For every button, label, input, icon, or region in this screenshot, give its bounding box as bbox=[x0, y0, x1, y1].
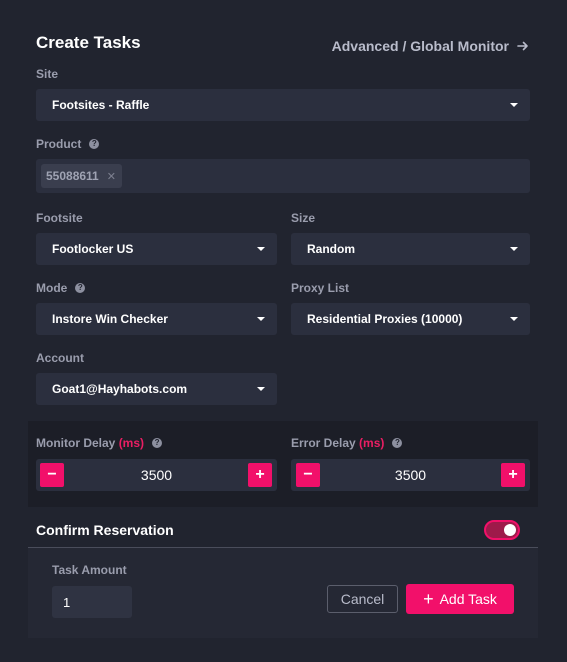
help-circle-icon[interactable]: ? bbox=[152, 438, 163, 448]
proxy-list-select[interactable]: Residential Proxies (10000) bbox=[291, 303, 530, 335]
close-icon[interactable]: ✕ bbox=[107, 170, 116, 183]
create-tasks-panel: Create Tasks Advanced / Global Monitor S… bbox=[0, 0, 567, 662]
caret-down-icon bbox=[510, 247, 518, 251]
help-circle-icon[interactable]: ? bbox=[89, 139, 100, 149]
caret-down-icon bbox=[257, 387, 265, 391]
footsite-label: Footsite bbox=[36, 211, 83, 225]
monitor-delay-stepper: − 3500 + bbox=[36, 459, 277, 491]
task-amount-input[interactable]: 1 bbox=[52, 586, 132, 618]
toggle-knob bbox=[504, 524, 516, 536]
confirm-reservation-label: Confirm Reservation bbox=[36, 522, 174, 538]
monitor-delay-input[interactable]: 3500 bbox=[66, 459, 247, 491]
confirm-reservation-toggle[interactable] bbox=[484, 520, 520, 540]
mode-label: Mode ? bbox=[36, 281, 86, 295]
advanced-global-monitor-link[interactable]: Advanced / Global Monitor bbox=[332, 38, 529, 54]
minus-icon[interactable]: − bbox=[40, 463, 64, 487]
plus-icon[interactable]: + bbox=[501, 463, 525, 487]
mode-select-value: Instore Win Checker bbox=[52, 312, 168, 326]
page-title: Create Tasks bbox=[36, 33, 141, 52]
add-task-button[interactable]: + Add Task bbox=[406, 584, 514, 614]
site-label: Site bbox=[36, 67, 59, 81]
site-select[interactable]: Footsites - Raffle bbox=[36, 89, 530, 121]
proxy-list-select-value: Residential Proxies (10000) bbox=[307, 312, 463, 326]
site-select-value: Footsites - Raffle bbox=[52, 98, 150, 112]
product-tag-label: 55088611 bbox=[46, 169, 99, 183]
plus-icon: + bbox=[423, 589, 434, 609]
size-label: Size bbox=[291, 211, 316, 225]
caret-down-icon bbox=[510, 317, 518, 321]
help-circle-icon[interactable]: ? bbox=[392, 438, 403, 448]
product-multiselect[interactable]: 55088611 ✕ bbox=[36, 159, 530, 193]
arrow-right-icon bbox=[517, 41, 528, 51]
size-select-value: Random bbox=[307, 242, 355, 256]
proxy-list-label: Proxy List bbox=[291, 281, 350, 295]
error-delay-input[interactable]: 3500 bbox=[321, 459, 500, 491]
confirm-reservation-row: Confirm Reservation bbox=[36, 520, 520, 540]
minus-icon[interactable]: − bbox=[296, 463, 320, 487]
cancel-button[interactable]: Cancel bbox=[327, 585, 398, 613]
error-delay-stepper: − 3500 + bbox=[291, 459, 530, 491]
product-tag: 55088611 ✕ bbox=[41, 164, 122, 188]
caret-down-icon bbox=[510, 103, 518, 107]
product-label: Product ? bbox=[36, 137, 100, 151]
monitor-delay-label: Monitor Delay (ms) ? bbox=[36, 436, 163, 450]
size-select[interactable]: Random bbox=[291, 233, 530, 265]
footsite-select[interactable]: Footlocker US bbox=[36, 233, 277, 265]
account-select-value: Goat1@Hayhabots.com bbox=[52, 382, 188, 396]
error-delay-label: Error Delay (ms) ? bbox=[291, 436, 403, 450]
task-amount-label: Task Amount bbox=[52, 563, 127, 577]
footsite-select-value: Footlocker US bbox=[52, 242, 134, 256]
account-select[interactable]: Goat1@Hayhabots.com bbox=[36, 373, 277, 405]
add-task-label: Add Task bbox=[439, 591, 497, 607]
help-circle-icon[interactable]: ? bbox=[75, 283, 86, 293]
plus-icon[interactable]: + bbox=[248, 463, 272, 487]
caret-down-icon bbox=[257, 317, 265, 321]
mode-select[interactable]: Instore Win Checker bbox=[36, 303, 277, 335]
account-label: Account bbox=[36, 351, 84, 365]
advanced-link-label: Advanced / Global Monitor bbox=[331, 38, 509, 54]
caret-down-icon bbox=[257, 247, 265, 251]
